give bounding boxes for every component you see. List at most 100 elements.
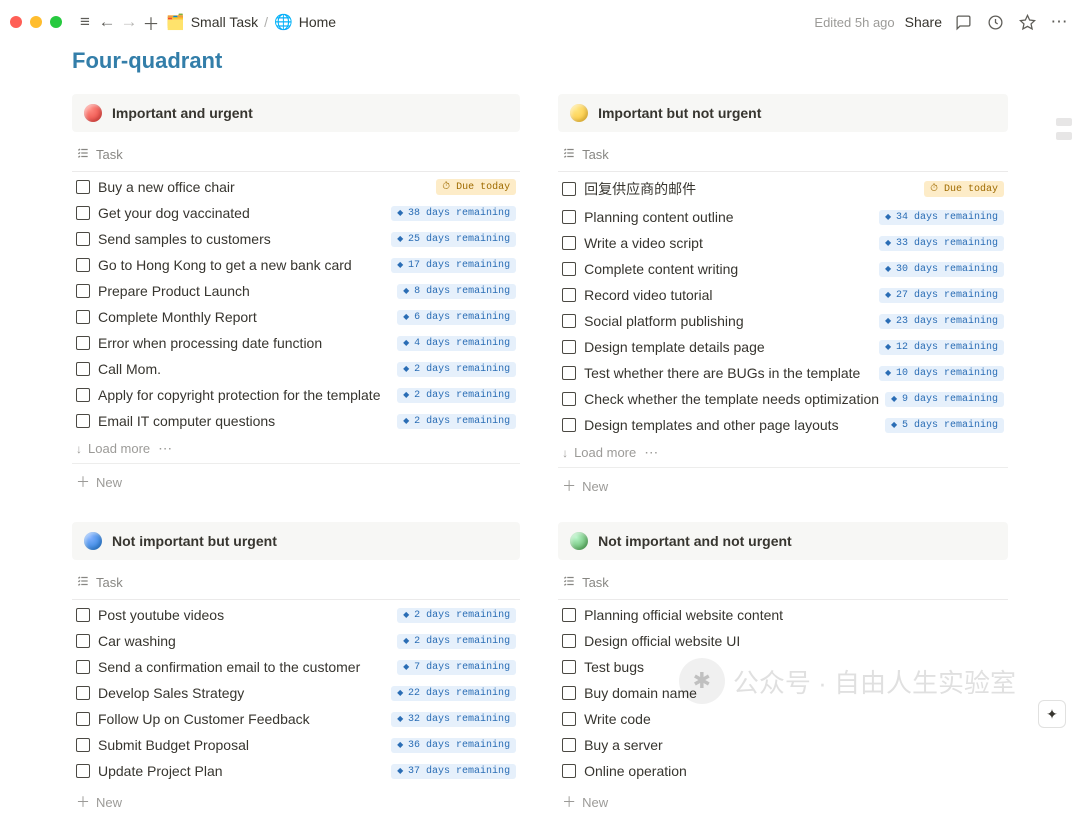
checkbox[interactable] — [76, 660, 90, 674]
favorite-icon[interactable] — [1016, 11, 1038, 33]
checkbox[interactable] — [562, 764, 576, 778]
task-row[interactable]: Social platform publishing23 days remain… — [558, 308, 1008, 334]
new-page-button[interactable]: ＋ — [140, 11, 162, 33]
quadrant-header[interactable]: Not important and not urgent — [558, 522, 1008, 560]
task-row[interactable]: Planning official website content — [558, 602, 1008, 628]
quadrant-header[interactable]: Not important but urgent — [72, 522, 520, 560]
checkbox[interactable] — [76, 362, 90, 376]
comments-icon[interactable] — [952, 11, 974, 33]
new-task-button[interactable]: ＋New — [72, 784, 520, 820]
checkbox[interactable] — [76, 258, 90, 272]
hamburger-icon[interactable]: ≡ — [74, 11, 96, 33]
ai-assist-button[interactable]: ✦ — [1038, 700, 1066, 728]
checkbox[interactable] — [562, 366, 576, 380]
task-row[interactable]: Planning content outline34 days remainin… — [558, 204, 1008, 230]
checkbox[interactable] — [562, 262, 576, 276]
window-minimize-icon[interactable] — [30, 16, 42, 28]
column-header[interactable]: Task — [72, 138, 520, 172]
task-row[interactable]: Complete Monthly Report6 days remaining — [72, 304, 520, 330]
task-row[interactable]: Record video tutorial27 days remaining — [558, 282, 1008, 308]
window-close-icon[interactable] — [10, 16, 22, 28]
checkbox[interactable] — [562, 634, 576, 648]
task-row[interactable]: Get your dog vaccinated38 days remaining — [72, 200, 520, 226]
task-row[interactable]: Prepare Product Launch8 days remaining — [72, 278, 520, 304]
task-text: Buy a server — [584, 737, 1004, 753]
checkbox[interactable] — [76, 388, 90, 402]
task-row[interactable]: Buy a new office chairDue today — [72, 174, 520, 200]
more-options-icon[interactable]: ⋯ — [158, 440, 174, 457]
checkbox[interactable] — [76, 206, 90, 220]
checkbox[interactable] — [562, 418, 576, 432]
checkbox[interactable] — [562, 210, 576, 224]
checkbox[interactable] — [562, 236, 576, 250]
history-icon[interactable] — [984, 11, 1006, 33]
checkbox[interactable] — [562, 738, 576, 752]
checkbox[interactable] — [76, 310, 90, 324]
checkbox[interactable] — [76, 336, 90, 350]
checkbox[interactable] — [562, 660, 576, 674]
more-options-icon[interactable]: ⋯ — [644, 444, 660, 461]
task-row[interactable]: Update Project Plan37 days remaining — [72, 758, 520, 784]
new-task-button[interactable]: ＋New — [558, 468, 1008, 504]
column-header[interactable]: Task — [558, 138, 1008, 172]
checkbox[interactable] — [562, 288, 576, 302]
window-maximize-icon[interactable] — [50, 16, 62, 28]
crumb-label-0[interactable]: Small Task — [191, 14, 258, 30]
checkbox[interactable] — [562, 340, 576, 354]
checkbox[interactable] — [562, 686, 576, 700]
task-row[interactable]: Design templates and other page layouts5… — [558, 412, 1008, 438]
checkbox[interactable] — [76, 738, 90, 752]
checkbox[interactable] — [76, 180, 90, 194]
checkbox[interactable] — [76, 764, 90, 778]
task-row[interactable]: Follow Up on Customer Feedback32 days re… — [72, 706, 520, 732]
rail-minimap-item[interactable] — [1056, 118, 1072, 126]
checkbox[interactable] — [76, 284, 90, 298]
task-row[interactable]: Complete content writing30 days remainin… — [558, 256, 1008, 282]
task-row[interactable]: Call Mom.2 days remaining — [72, 356, 520, 382]
task-row[interactable]: Design template details page12 days rema… — [558, 334, 1008, 360]
new-task-button[interactable]: ＋New — [72, 464, 520, 500]
new-task-button[interactable]: ＋New — [558, 784, 1008, 820]
rail-minimap-item[interactable] — [1056, 132, 1072, 140]
nav-back-button[interactable]: ← — [96, 11, 118, 33]
checkbox[interactable] — [76, 634, 90, 648]
checkbox[interactable] — [76, 232, 90, 246]
task-row[interactable]: Car washing2 days remaining — [72, 628, 520, 654]
task-row[interactable]: Post youtube videos2 days remaining — [72, 602, 520, 628]
checkbox[interactable] — [76, 712, 90, 726]
task-row[interactable]: Apply for copyright protection for the t… — [72, 382, 520, 408]
checkbox[interactable] — [562, 182, 576, 196]
task-row[interactable]: Write code — [558, 706, 1008, 732]
task-row[interactable]: Design official website UI — [558, 628, 1008, 654]
checkbox[interactable] — [76, 414, 90, 428]
task-row[interactable]: Online operation — [558, 758, 1008, 784]
more-icon[interactable]: ⋯ — [1048, 11, 1070, 33]
crumb-label-1[interactable]: Home — [299, 14, 336, 30]
quadrant-header[interactable]: Important but not urgent — [558, 94, 1008, 132]
task-row[interactable]: Buy a server — [558, 732, 1008, 758]
checkbox[interactable] — [562, 314, 576, 328]
checkbox[interactable] — [562, 608, 576, 622]
page-title[interactable]: Four-quadrant — [72, 48, 1008, 74]
checkbox[interactable] — [562, 712, 576, 726]
task-row[interactable]: Check whether the template needs optimiz… — [558, 386, 1008, 412]
column-header[interactable]: Task — [72, 566, 520, 600]
task-row[interactable]: 回复供应商的邮件Due today — [558, 174, 1008, 204]
load-more-button[interactable]: ↓Load more⋯ — [72, 434, 520, 464]
task-row[interactable]: Error when processing date function4 day… — [72, 330, 520, 356]
task-row[interactable]: Send samples to customers25 days remaini… — [72, 226, 520, 252]
column-header[interactable]: Task — [558, 566, 1008, 600]
load-more-button[interactable]: ↓Load more⋯ — [558, 438, 1008, 468]
checkbox[interactable] — [76, 608, 90, 622]
quadrant-header[interactable]: Important and urgent — [72, 94, 520, 132]
task-row[interactable]: Send a confirmation email to the custome… — [72, 654, 520, 680]
share-button[interactable]: Share — [905, 14, 942, 30]
checkbox[interactable] — [76, 686, 90, 700]
task-row[interactable]: Test whether there are BUGs in the templ… — [558, 360, 1008, 386]
task-row[interactable]: Write a video script33 days remaining — [558, 230, 1008, 256]
checkbox[interactable] — [562, 392, 576, 406]
task-row[interactable]: Submit Budget Proposal36 days remaining — [72, 732, 520, 758]
task-row[interactable]: Email IT computer questions2 days remain… — [72, 408, 520, 434]
task-row[interactable]: Develop Sales Strategy22 days remaining — [72, 680, 520, 706]
task-row[interactable]: Go to Hong Kong to get a new bank card17… — [72, 252, 520, 278]
